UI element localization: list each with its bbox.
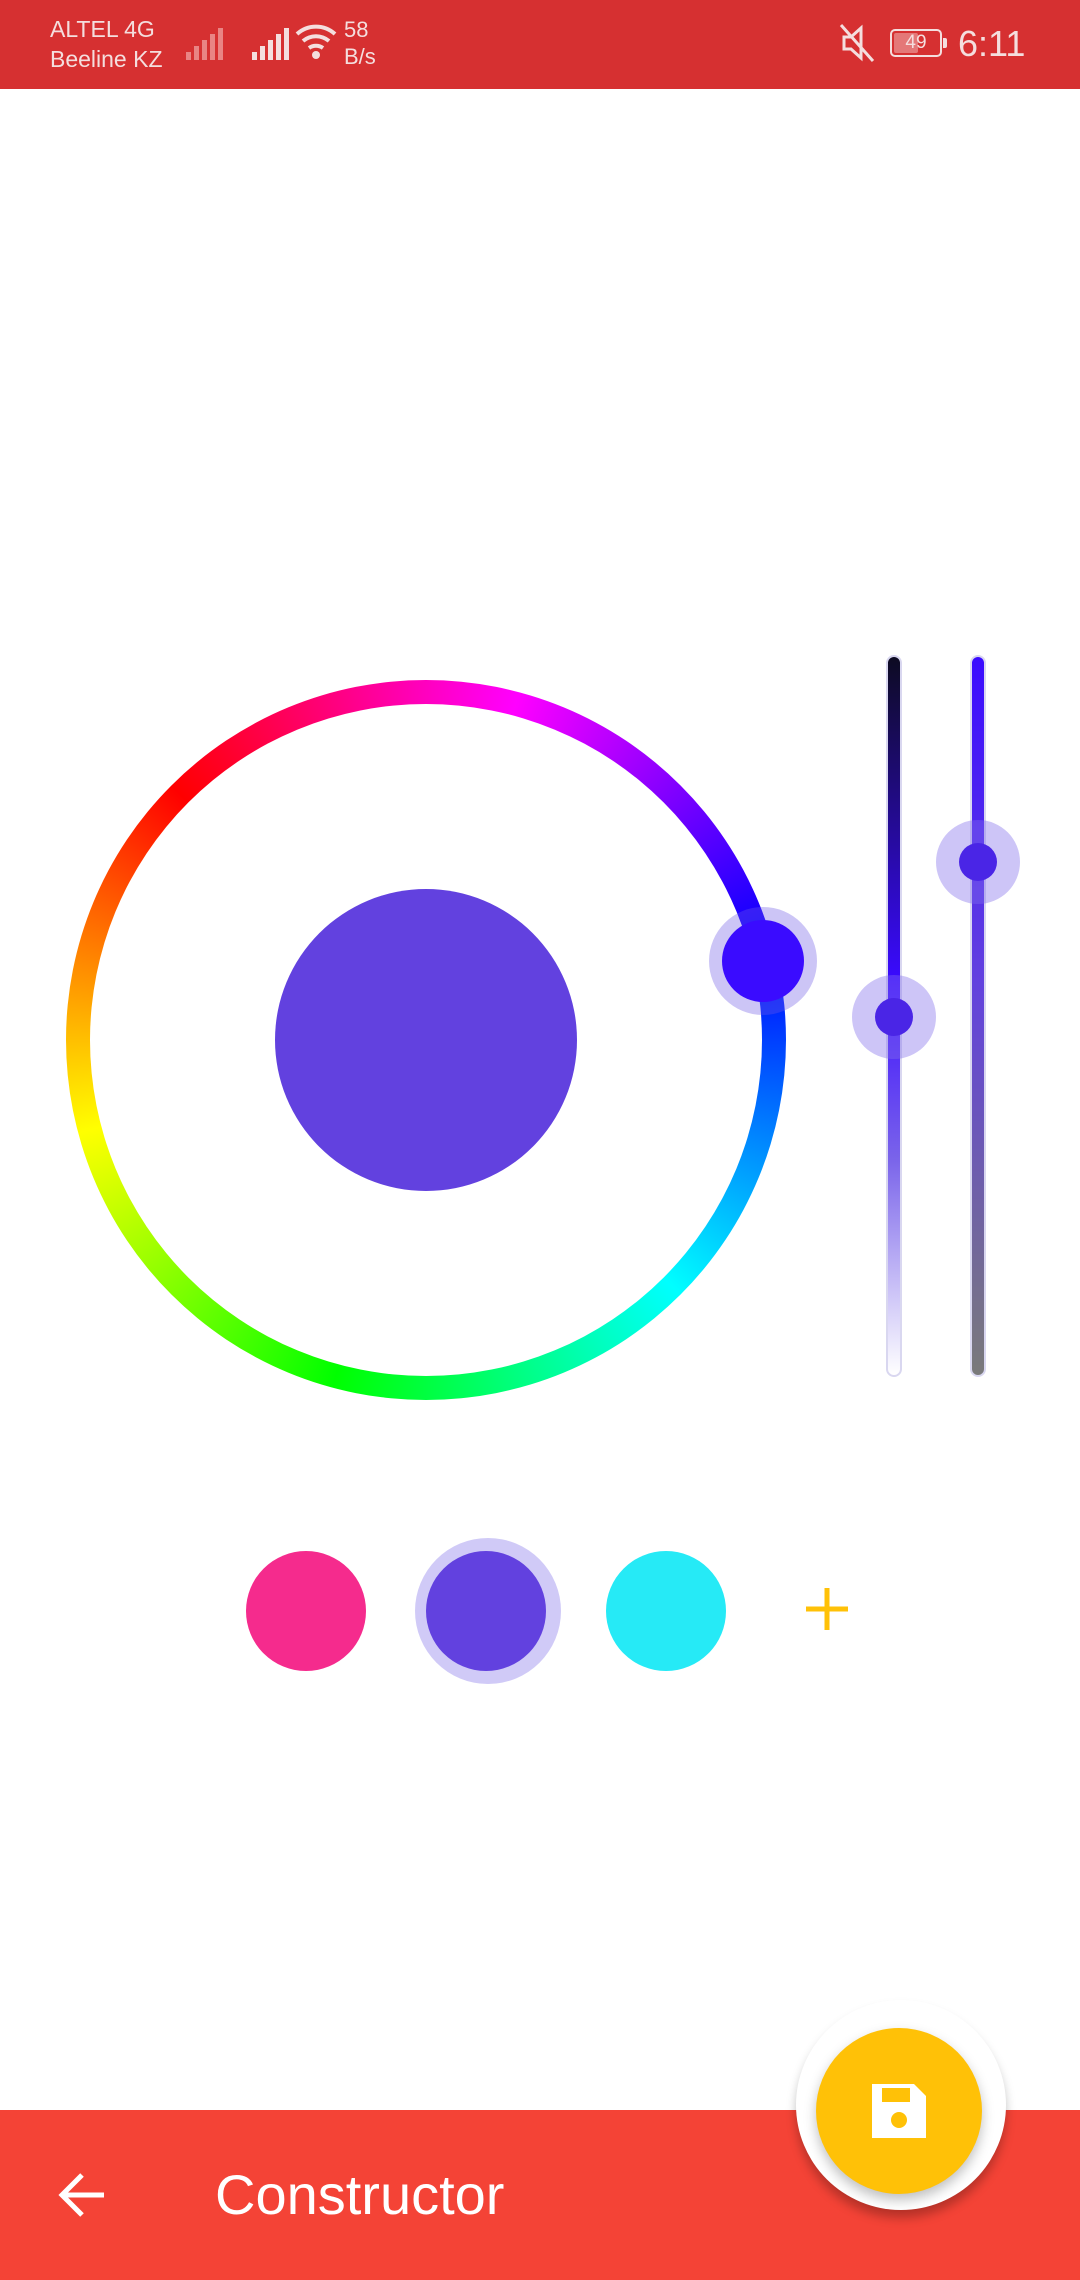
clock: 6:11 bbox=[958, 23, 1026, 64]
page-title: Constructor bbox=[215, 2163, 505, 2226]
floppy-disk-icon bbox=[872, 2084, 926, 2138]
color-preview bbox=[275, 889, 577, 1191]
carrier-info: ALTEL 4G Beeline KZ bbox=[50, 14, 163, 74]
status-bar: ALTEL 4G Beeline KZ 58 B/s 49 6:11 bbox=[0, 0, 1080, 89]
swatch-pink[interactable] bbox=[246, 1551, 366, 1671]
saturation-slider-thumb[interactable] bbox=[875, 998, 913, 1036]
speed-unit: B/s bbox=[344, 44, 376, 69]
plus-icon[interactable] bbox=[796, 1578, 858, 1640]
mute-icon bbox=[839, 24, 875, 62]
brightness-slider[interactable] bbox=[970, 655, 986, 1377]
color-wheel[interactable] bbox=[0, 530, 936, 1550]
save-button[interactable] bbox=[816, 2028, 982, 2194]
battery-icon: 49 bbox=[890, 29, 947, 57]
wifi-icon bbox=[295, 24, 337, 59]
signal-2-icon bbox=[252, 28, 289, 60]
battery-level: 49 bbox=[905, 32, 927, 53]
signal-1-icon bbox=[186, 28, 223, 60]
speed-value: 58 bbox=[344, 17, 369, 42]
swatch-cyan[interactable] bbox=[606, 1551, 726, 1671]
swatch-purple[interactable] bbox=[426, 1551, 546, 1671]
carrier-1: ALTEL 4G bbox=[50, 16, 155, 42]
hue-handle[interactable] bbox=[722, 920, 804, 1002]
carrier-2: Beeline KZ bbox=[50, 46, 163, 72]
arrow-left-icon[interactable] bbox=[56, 2168, 110, 2222]
brightness-slider-thumb[interactable] bbox=[959, 843, 997, 881]
network-speed: 58 B/s bbox=[344, 16, 376, 70]
